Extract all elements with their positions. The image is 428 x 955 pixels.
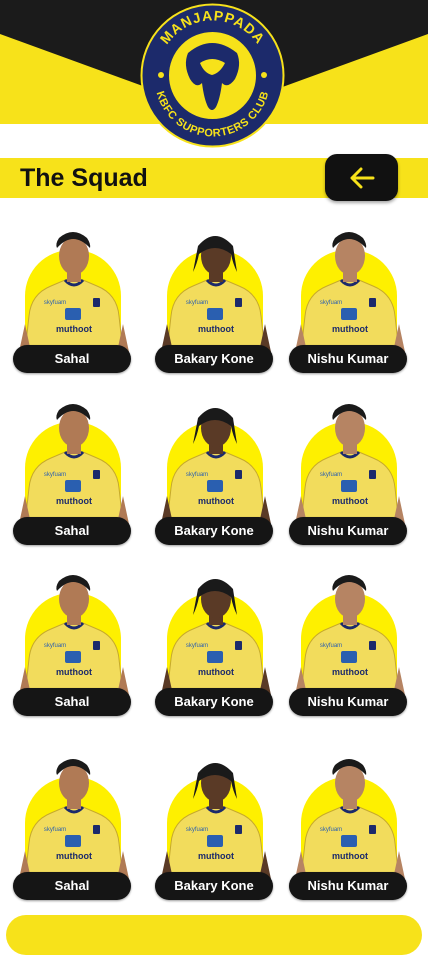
svg-text:muthoot: muthoot [332,496,368,506]
player-card[interactable]: muthoot skyfuam Sahal [11,220,137,380]
player-card[interactable]: muthoot skyfuam Nishu Kumar [287,220,413,380]
player-card[interactable]: muthoot skyfuam Bakary Kone [153,392,279,552]
player-name: Bakary Kone [155,345,273,373]
svg-text:muthoot: muthoot [56,324,92,334]
svg-text:skyfuam: skyfuam [186,643,208,649]
player-name: Sahal [13,872,131,900]
player-card[interactable]: muthoot skyfuam Nishu Kumar [287,392,413,552]
player-photo: muthoot skyfuam [295,404,405,524]
svg-text:skyfuam: skyfuam [186,827,208,833]
player-photo: muthoot skyfuam [19,404,129,524]
player-photo: muthoot skyfuam [19,232,129,352]
svg-text:muthoot: muthoot [332,667,368,677]
player-photo: muthoot skyfuam [161,579,271,695]
player-photo: muthoot skyfuam [161,408,271,524]
player-card[interactable]: muthoot skyfuam Sahal [11,747,137,907]
svg-text:muthoot: muthoot [56,667,92,677]
back-button[interactable] [325,154,398,201]
svg-text:skyfuam: skyfuam [44,472,66,478]
header: MANJAPPADA KBFC SUPPORTERS CLUB [0,0,428,148]
player-photo: muthoot skyfuam [295,759,405,879]
svg-text:skyfuam: skyfuam [320,472,342,478]
bottom-bar [6,915,422,955]
club-logo: MANJAPPADA KBFC SUPPORTERS CLUB [140,3,285,148]
player-name: Bakary Kone [155,517,273,545]
player-card[interactable]: muthoot skyfuam Bakary Kone [153,220,279,380]
player-photo: muthoot skyfuam [295,575,405,695]
page-title: The Squad [20,164,148,192]
player-name: Bakary Kone [155,688,273,716]
player-name: Nishu Kumar [289,517,407,545]
player-name: Sahal [13,688,131,716]
svg-text:skyfuam: skyfuam [320,827,342,833]
svg-text:muthoot: muthoot [56,851,92,861]
svg-text:skyfuam: skyfuam [186,472,208,478]
player-photo: muthoot skyfuam [161,236,271,352]
svg-text:skyfuam: skyfuam [320,643,342,649]
player-card[interactable]: muthoot skyfuam Sahal [11,392,137,552]
player-name: Nishu Kumar [289,345,407,373]
svg-text:muthoot: muthoot [332,324,368,334]
svg-text:skyfuam: skyfuam [44,300,66,306]
svg-text:skyfuam: skyfuam [44,643,66,649]
svg-text:muthoot: muthoot [198,851,234,861]
player-name: Nishu Kumar [289,872,407,900]
player-card[interactable]: muthoot skyfuam Bakary Kone [153,747,279,907]
player-card[interactable]: muthoot skyfuam Bakary Kone [153,563,279,723]
player-name: Sahal [13,517,131,545]
player-photo: muthoot skyfuam [19,575,129,695]
player-card[interactable]: muthoot skyfuam Nishu Kumar [287,747,413,907]
player-photo: muthoot skyfuam [19,759,129,879]
svg-text:skyfuam: skyfuam [320,300,342,306]
player-card[interactable]: muthoot skyfuam Sahal [11,563,137,723]
player-photo: muthoot skyfuam [295,232,405,352]
svg-text:muthoot: muthoot [332,851,368,861]
svg-text:skyfuam: skyfuam [186,300,208,306]
player-card[interactable]: muthoot skyfuam Nishu Kumar [287,563,413,723]
svg-text:muthoot: muthoot [198,667,234,677]
arrow-left-icon [350,167,374,188]
player-name: Bakary Kone [155,872,273,900]
svg-text:muthoot: muthoot [198,324,234,334]
svg-text:muthoot: muthoot [198,496,234,506]
player-name: Nishu Kumar [289,688,407,716]
svg-text:muthoot: muthoot [56,496,92,506]
player-name: Sahal [13,345,131,373]
svg-text:skyfuam: skyfuam [44,827,66,833]
player-photo: muthoot skyfuam [161,763,271,879]
